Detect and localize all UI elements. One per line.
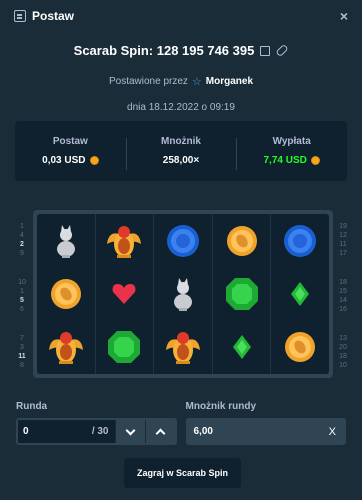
payline-number: 20 xyxy=(339,344,347,351)
scarab-icon xyxy=(163,327,203,367)
payline-number: 11 xyxy=(18,353,26,360)
stat-payout: Wypłata 7,74 USD xyxy=(236,136,347,170)
small-emerald-icon xyxy=(280,274,320,314)
modal-title: Postaw xyxy=(32,9,75,23)
payline-number: 2 xyxy=(20,241,24,248)
payline-number: 3 xyxy=(20,344,24,351)
payline-number: 10 xyxy=(339,362,347,369)
payline-number: 15 xyxy=(339,288,347,295)
heart-icon xyxy=(104,274,144,314)
cat-icon xyxy=(46,221,86,261)
sapphire-icon xyxy=(280,221,320,261)
stat-label: Wypłata xyxy=(272,136,311,147)
link-icon[interactable] xyxy=(275,43,290,58)
payline-group: 7 3 11 8 xyxy=(17,324,27,380)
payline-number: 14 xyxy=(339,297,347,304)
controls: Runda 0 / 30 Mnożnik rundy 6,00 X xyxy=(16,401,346,445)
copy-icon[interactable] xyxy=(260,45,271,56)
stat-value: 7,74 USD xyxy=(236,155,347,166)
stat-label: Mnożnik xyxy=(161,136,201,147)
payline-number: 13 xyxy=(339,335,347,342)
slot-reels xyxy=(33,210,333,378)
coin-icon xyxy=(46,274,86,314)
stat-multiplier: Mnożnik 258,00× xyxy=(125,136,237,170)
payline-number: 7 xyxy=(20,335,24,342)
payline-number: 18 xyxy=(339,279,347,286)
payline-group: 1 4 2 9 xyxy=(17,212,27,268)
round-down-button[interactable] xyxy=(114,420,145,443)
reels-grid xyxy=(37,214,329,374)
chevron-up-icon xyxy=(155,428,165,439)
scarab-icon xyxy=(104,221,144,261)
payline-group: 18 15 14 16 xyxy=(338,268,348,324)
coin-icon xyxy=(222,221,262,261)
placed-by: Postawione przez ☆ Morganek xyxy=(0,75,362,88)
round-input[interactable]: 0 xyxy=(18,426,92,437)
bet-id: Scarab Spin: 128 195 746 395 xyxy=(73,43,255,58)
round-multiplier-label: Mnożnik rundy xyxy=(185,401,257,412)
payline-number: 16 xyxy=(339,306,347,313)
stat-label: Postaw xyxy=(52,136,88,147)
payline-number: 11 xyxy=(339,241,347,248)
payline-group: 19 12 11 17 xyxy=(338,212,348,268)
payline-number: 10 xyxy=(18,279,26,286)
payline-number: 17 xyxy=(339,250,347,257)
reel-column xyxy=(271,214,329,374)
placed-by-label: Postawione przez xyxy=(108,76,188,87)
play-scarab-spin-button[interactable]: Zagraj w Scarab Spin xyxy=(124,458,241,488)
stat-value: 0,03 USD xyxy=(15,155,126,166)
round-multiplier-value: 6,00 xyxy=(193,426,213,437)
round-control: Runda 0 / 30 xyxy=(16,401,177,445)
coin-icon xyxy=(310,156,320,165)
payline-number: 19 xyxy=(339,223,347,230)
stat-value: 258,00× xyxy=(126,155,237,166)
payline-number: 18 xyxy=(339,353,347,360)
chevron-down-icon xyxy=(125,425,135,435)
emerald-icon xyxy=(104,327,144,367)
payline-number: 5 xyxy=(20,297,24,304)
bet-id-row: Scarab Spin: 128 195 746 395 xyxy=(0,43,362,58)
stat-bet: Postaw 0,03 USD xyxy=(15,136,126,166)
stat-value-text: 258,00× xyxy=(162,155,200,166)
round-up-button[interactable] xyxy=(144,420,175,443)
bet-stats-panel: Postaw 0,03 USD Mnożnik 258,00× Wypłata … xyxy=(15,121,347,181)
round-field: 0 / 30 xyxy=(16,418,177,445)
small-emerald-icon xyxy=(222,327,262,367)
reel-column xyxy=(154,214,213,374)
payline-number: 6 xyxy=(20,306,24,313)
scarab-icon xyxy=(46,327,86,367)
payline-group: 13 20 18 10 xyxy=(338,324,348,380)
username-link[interactable]: Morganek xyxy=(206,76,253,87)
payline-number: 12 xyxy=(339,232,347,239)
paylines-right: 19 12 11 17 18 15 14 16 13 20 18 10 xyxy=(338,212,348,380)
round-multiplier-control: Mnożnik rundy 6,00 X xyxy=(185,401,346,445)
payline-number: 8 xyxy=(20,362,24,369)
reel-column xyxy=(96,214,155,374)
round-total: / 30 xyxy=(91,426,109,437)
coin-icon xyxy=(280,327,320,367)
round-label: Runda xyxy=(16,401,48,412)
payline-group: 10 1 5 6 xyxy=(17,268,27,324)
stat-value-text: 7,74 USD xyxy=(263,155,307,166)
reel-column xyxy=(213,214,272,374)
reel-column xyxy=(37,214,96,374)
payline-number: 4 xyxy=(20,232,24,239)
stat-value-text: 0,03 USD xyxy=(42,155,86,166)
sapphire-icon xyxy=(163,221,203,261)
bet-date: dnia 18.12.2022 o 09:19 xyxy=(127,102,235,113)
emerald-icon xyxy=(222,274,262,314)
close-button[interactable]: × xyxy=(340,8,348,24)
modal-header: Postaw × xyxy=(0,0,362,32)
close-icon: X xyxy=(328,425,336,438)
vip-star-icon: ☆ xyxy=(191,76,202,88)
payline-number: 9 xyxy=(20,250,24,257)
bet-slip-icon xyxy=(14,10,26,22)
paylines-left: 1 4 2 9 10 1 5 6 7 3 11 8 xyxy=(17,212,27,380)
cat-icon xyxy=(163,274,203,314)
payline-number: 1 xyxy=(20,223,24,230)
round-multiplier-field[interactable]: 6,00 X xyxy=(185,418,346,445)
payline-number: 1 xyxy=(20,288,24,295)
coin-icon xyxy=(89,156,99,165)
